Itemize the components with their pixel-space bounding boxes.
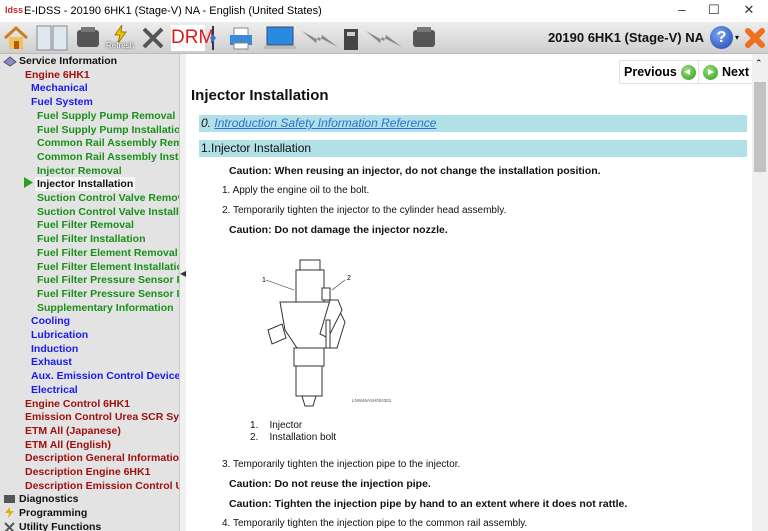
tree-item[interactable]: Fuel System: [31, 95, 93, 109]
diagnostics-icon: [4, 495, 15, 503]
callout-1: 1: [262, 277, 266, 284]
tree-item[interactable]: Engine 6HK1: [25, 68, 90, 82]
legend-label: Installation bolt: [269, 432, 337, 443]
connection-icon[interactable]: [300, 25, 340, 51]
tree-item[interactable]: Electrical: [31, 383, 78, 397]
tree-item[interactable]: ETM All (English): [25, 438, 111, 452]
programming-icon: [5, 507, 14, 518]
scrollbar-thumb[interactable]: [754, 82, 766, 172]
tree-item[interactable]: Supplementary Information: [37, 301, 174, 315]
tree-item[interactable]: ETM All (Japanese): [25, 424, 121, 438]
utility-icon: [4, 522, 15, 531]
next-button[interactable]: Next: [698, 60, 752, 84]
caution-text: Caution: Do not damage the injector nozz…: [229, 224, 448, 236]
legend-label: Injector: [269, 420, 303, 431]
tree-item[interactable]: Lubrication: [31, 328, 88, 342]
next-arrow-icon: [703, 64, 718, 80]
tree-item[interactable]: Injector Installation: [35, 177, 136, 192]
tree-item[interactable]: Engine Control 6HK1: [25, 397, 130, 411]
tree-item[interactable]: Common Rail Assembly Removal: [37, 136, 179, 150]
tree-item[interactable]: Description Engine 6HK1: [25, 465, 150, 479]
title-bar: Idss E-IDSS - 20190 6HK1 (Stage-V) NA - …: [0, 0, 768, 22]
window-title: E-IDSS - 20190 6HK1 (Stage-V) NA - Engli…: [24, 5, 322, 17]
reference-band: 0. Introduction Safety Information Refer…: [199, 115, 747, 132]
callout-2: 2: [347, 275, 351, 282]
tree-item[interactable]: Fuel Supply Pump Removal: [37, 109, 175, 123]
tree-item[interactable]: Fuel Filter Element Installation: [37, 260, 179, 274]
legend-item: 2. Installation bolt: [250, 432, 336, 443]
tree-item[interactable]: Fuel Filter Installation: [37, 232, 146, 246]
tree-item[interactable]: Fuel Supply Pump Installation: [37, 123, 179, 137]
page-title: Injector Installation: [191, 87, 329, 104]
tree-item-diagnostics[interactable]: Diagnostics: [19, 492, 79, 506]
tree-item-service-information[interactable]: Service Information: [19, 54, 117, 68]
refresh-button[interactable]: Refresh: [106, 25, 136, 51]
tree-item[interactable]: Description General Information: [25, 451, 179, 465]
tree-item[interactable]: Suction Control Valve Removal: [37, 191, 179, 205]
reference-number: 0.: [201, 116, 212, 130]
engine-icon[interactable]: [74, 25, 102, 51]
tree-item[interactable]: Emission Control Urea SCR System: [25, 410, 179, 424]
tree-item[interactable]: Description Emission Control Urea: [25, 479, 179, 493]
injector-diagram: 1 2 LNW46ASH004301: [262, 259, 392, 407]
selected-arrow-icon: [24, 177, 33, 188]
close-button[interactable]: ✕: [734, 2, 764, 18]
section-heading: 1.Injector Installation: [199, 140, 747, 157]
exit-icon[interactable]: [744, 27, 766, 49]
tree-item[interactable]: Exhaust: [31, 355, 72, 369]
tree-item[interactable]: Common Rail Assembly Installation: [37, 150, 179, 164]
tree-item[interactable]: Mechanical: [31, 81, 88, 95]
app-logo: Idss: [5, 5, 24, 15]
tree-item[interactable]: Induction: [31, 342, 78, 356]
vertical-scrollbar[interactable]: ⌃: [752, 54, 768, 531]
tree-item-programming[interactable]: Programming: [19, 506, 87, 520]
tree-item[interactable]: Suction Control Valve Installation: [37, 205, 179, 219]
help-button[interactable]: ?: [710, 26, 733, 49]
caution-text: Caution: Do not reuse the injection pipe…: [229, 478, 431, 490]
next-label: Next: [722, 65, 750, 79]
book-icon: [3, 56, 17, 67]
step-text: 4. Temporarily tighten the injection pip…: [222, 518, 528, 529]
previous-button[interactable]: Previous: [619, 60, 701, 84]
tree-item[interactable]: Fuel Filter Pressure Sensor Removal: [37, 273, 179, 287]
previous-arrow-icon: [680, 64, 696, 80]
legend-number: 1.: [250, 420, 259, 431]
manual-icon[interactable]: [36, 25, 68, 51]
refresh-label: Refresh: [106, 41, 135, 50]
figure-code: LNW46ASH004301: [352, 398, 392, 403]
device-icon[interactable]: [342, 25, 360, 51]
tree-item[interactable]: Fuel Filter Element Removal: [37, 246, 178, 260]
reference-link[interactable]: Introduction Safety Information Referenc…: [214, 116, 436, 130]
step-text: 1. Apply the engine oil to the bolt.: [222, 185, 370, 196]
caution-text: Caution: Tighten the injection pipe by h…: [229, 498, 628, 510]
legend-number: 2.: [250, 432, 259, 443]
connection-icon-2[interactable]: [364, 25, 404, 51]
laptop-icon[interactable]: [264, 25, 296, 51]
engine-icon-2[interactable]: [410, 25, 438, 51]
step-text: 2. Temporarily tighten the injector to t…: [222, 205, 507, 216]
legend-item: 1. Injector: [250, 420, 302, 431]
document-view: Previous Next Injector Installation 0. I…: [186, 54, 752, 531]
minimize-button[interactable]: –: [667, 2, 697, 17]
help-dropdown-icon[interactable]: ▾: [735, 33, 739, 42]
tools-icon[interactable]: [140, 25, 166, 51]
previous-label: Previous: [624, 65, 677, 79]
toolbar: Refresh DRM 20190 6HK1 (Stage-V) NA ? ▾: [0, 22, 768, 54]
tree-item[interactable]: Injector Removal: [37, 164, 122, 178]
printer-icon[interactable]: [228, 25, 254, 51]
home-icon[interactable]: [3, 25, 29, 51]
navigation-tree: Service Information Engine 6HK1 Mechanica…: [0, 54, 180, 531]
tree-item[interactable]: Fuel Filter Pressure Sensor Installation: [37, 287, 179, 301]
drm-button[interactable]: DRM: [171, 25, 214, 51]
maximize-button[interactable]: ☐: [699, 2, 729, 18]
tree-item-utility-functions[interactable]: Utility Functions: [19, 520, 101, 531]
scroll-up-icon[interactable]: ⌃: [755, 58, 763, 69]
tree-item[interactable]: Aux. Emission Control Devices: [31, 369, 179, 383]
step-text: 3. Temporarily tighten the injection pip…: [222, 459, 461, 470]
separator-icon: [210, 26, 216, 50]
caution-text: Caution: When reusing an injector, do no…: [229, 165, 601, 177]
model-label: 20190 6HK1 (Stage-V) NA: [547, 30, 704, 45]
tree-item[interactable]: Cooling: [31, 314, 70, 328]
tree-item[interactable]: Fuel Filter Removal: [37, 218, 134, 232]
